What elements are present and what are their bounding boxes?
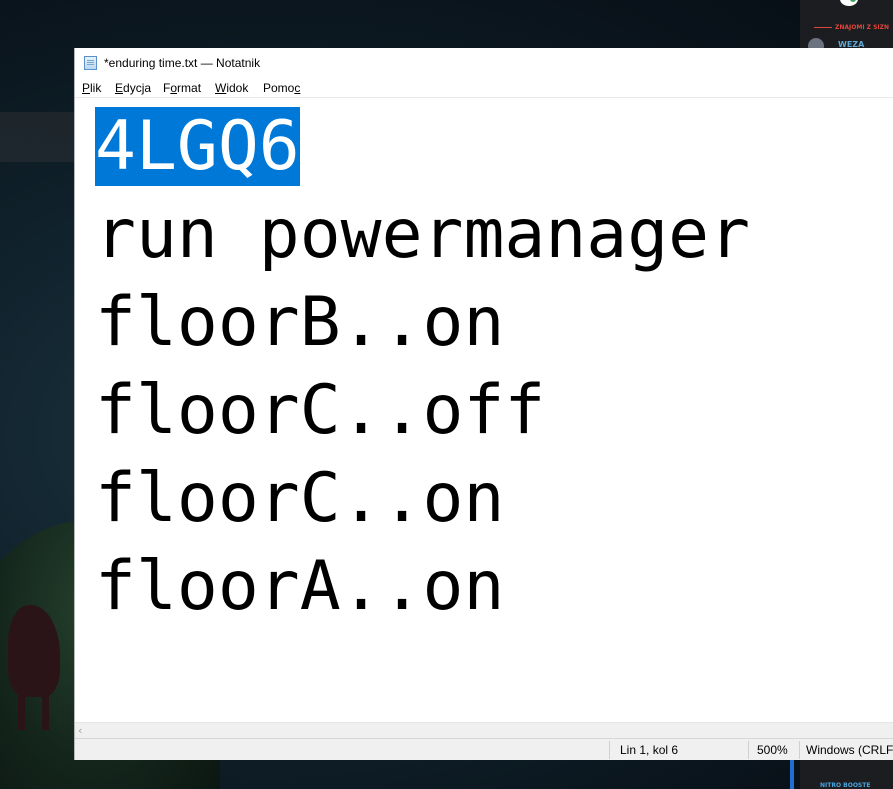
cursor-position: Lin 1, kol 6: [620, 743, 679, 757]
menu-edit[interactable]: Edycja: [115, 81, 151, 95]
title-bar[interactable]: *enduring time.txt — Notatnik: [75, 48, 893, 78]
line-ending: Windows (CRLF): [806, 743, 893, 757]
menu-bar: Plik Edycja Format Widok Pomoc: [75, 78, 893, 98]
menu-view[interactable]: Widok: [215, 81, 248, 95]
status-divider: [609, 741, 610, 759]
status-divider: [799, 741, 800, 759]
text-line: floorC..on: [95, 459, 505, 538]
scroll-left-icon[interactable]: ‹: [78, 724, 82, 738]
section-divider: [814, 27, 832, 28]
text-line: floorB..on: [95, 283, 505, 362]
horizontal-scrollbar[interactable]: ‹: [75, 722, 893, 738]
zoom-level: 500%: [757, 743, 788, 757]
friends-section-header: ZNAJOMI Z SIZN: [814, 24, 893, 31]
nitro-boost-label: NITRO BOOSTE: [820, 782, 871, 789]
text-line: run powermanager: [95, 195, 751, 274]
wallpaper-creature-leg: [18, 680, 25, 730]
notepad-window: *enduring time.txt — Notatnik Plik Edycj…: [74, 48, 893, 760]
notepad-icon: [84, 56, 97, 70]
menu-file[interactable]: Plik: [82, 81, 101, 95]
text-line: 4LGQ6: [95, 103, 300, 191]
menu-format[interactable]: Format: [163, 81, 201, 95]
status-divider: [748, 741, 749, 759]
wallpaper-creature-leg: [42, 680, 49, 730]
window-title: *enduring time.txt — Notatnik: [104, 56, 261, 70]
friends-section-label: ZNAJOMI Z SIZN: [835, 24, 890, 31]
active-indicator: [790, 760, 794, 789]
text-line: floorC..off: [95, 371, 546, 450]
text-editor[interactable]: 4LGQ6 run powermanager floorB..on floorC…: [75, 98, 893, 722]
status-bar: Lin 1, kol 6 500% Windows (CRLF): [75, 738, 893, 760]
menu-help[interactable]: Pomoc: [263, 81, 300, 95]
text-line: floorA..on: [95, 547, 505, 626]
selected-text: 4LGQ6: [95, 107, 300, 186]
